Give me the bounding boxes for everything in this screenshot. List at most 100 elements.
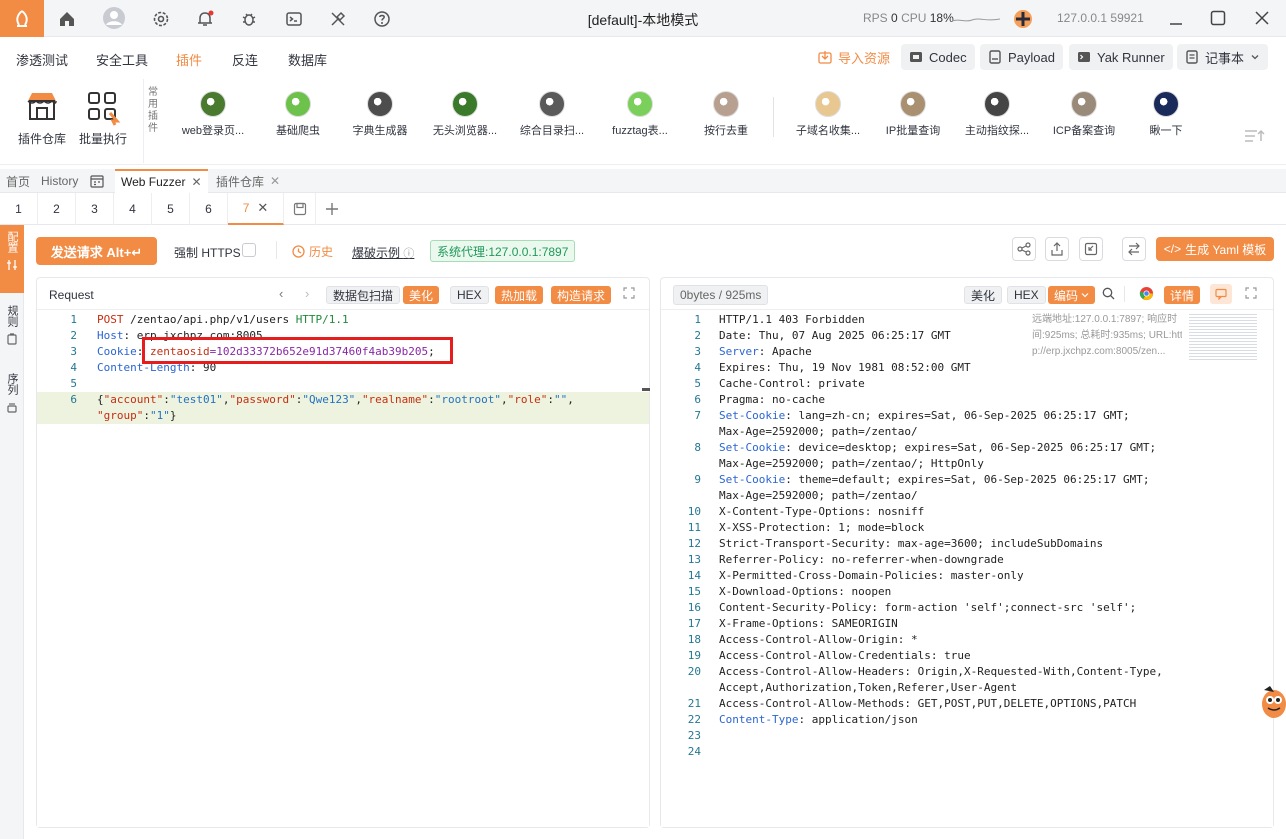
menu-item-pentest[interactable]: 渗透测试 xyxy=(16,50,68,69)
code-text: Set-Cookie: theme=default; expires=Sat, … xyxy=(719,472,1149,488)
send-request-button[interactable]: 发送请求 Alt+↵ xyxy=(36,237,157,265)
mascot-icon[interactable] xyxy=(1256,684,1286,722)
minimap[interactable] xyxy=(1189,314,1257,360)
close-icon[interactable]: ✕ xyxy=(257,200,268,216)
code-line: "group":"1"} xyxy=(37,408,649,424)
share-icon[interactable] xyxy=(1012,237,1036,261)
code-text: HTTP/1.1 403 Forbidden xyxy=(719,312,865,328)
import-icon[interactable] xyxy=(1079,237,1103,261)
side-tab-rules[interactable]: 规则 xyxy=(0,299,24,359)
packet-scan-button[interactable]: 数据包扫描 xyxy=(326,286,401,304)
chrome-icon[interactable] xyxy=(1139,286,1154,304)
line-number: 4 xyxy=(694,361,701,374)
plugin-item[interactable]: 子域名收集... xyxy=(788,91,868,138)
plugin-avatar-icon xyxy=(452,91,478,117)
plugin-item[interactable]: 瞅一下 xyxy=(1126,91,1206,138)
cookie-highlight-box xyxy=(142,337,453,364)
notebook-button[interactable]: 记事本 xyxy=(1177,44,1269,70)
plugin-item[interactable]: 按行去重 xyxy=(686,91,766,138)
plugin-item[interactable]: 主动指纹探... xyxy=(957,91,1037,138)
import-resource-button[interactable]: 导入资源 xyxy=(810,44,898,70)
construct-request-button[interactable]: 构造请求 xyxy=(551,286,612,304)
plugin-item[interactable]: 无头浏览器... xyxy=(425,91,505,138)
beautify-button[interactable]: 美化 xyxy=(403,286,440,304)
export-icon[interactable] xyxy=(1045,237,1069,261)
hex-button[interactable]: HEX xyxy=(450,286,489,304)
code-token: Strict-Transport-Security: max-age=3600;… xyxy=(719,537,1104,550)
plugin-store-button[interactable]: 插件仓库 xyxy=(12,87,72,147)
tab-web-fuzzer[interactable]: Web Fuzzer ✕ xyxy=(115,169,208,193)
code-token: Access-Control-Allow-Credentials: true xyxy=(719,649,971,662)
search-icon[interactable] xyxy=(1102,287,1115,303)
tab-plugin-store[interactable]: 插件仓库 ✕ xyxy=(210,169,286,193)
response-editor[interactable]: 1 HTTP/1.1 403 Forbidden 2 Date: Thu, 07 Au… xyxy=(661,312,1273,827)
tab-history[interactable]: History xyxy=(35,169,84,193)
plugin-item[interactable]: 基础爬虫 xyxy=(258,91,338,138)
code-line: 11 X-XSS-Protection: 1; mode=block xyxy=(661,520,1273,536)
side-tab-config[interactable]: 配置 xyxy=(0,225,24,293)
fullscreen-icon[interactable] xyxy=(1245,287,1257,302)
scrollbar-marker xyxy=(642,388,650,391)
plugin-avatar-icon xyxy=(367,91,393,117)
side-tab-sequence[interactable]: 序列 xyxy=(0,367,24,427)
close-icon[interactable]: ✕ xyxy=(191,175,201,189)
hot-load-button[interactable]: 热加载 xyxy=(495,286,544,304)
sub-tab-5[interactable]: 5 xyxy=(152,193,190,225)
chevron-right-icon[interactable]: › xyxy=(305,286,309,301)
plugin-item[interactable]: fuzztag表... xyxy=(600,91,680,138)
hex-button[interactable]: HEX xyxy=(1007,286,1046,304)
save-icon[interactable] xyxy=(284,193,316,225)
codec-button[interactable]: Codec xyxy=(901,44,975,70)
sub-tab-2[interactable]: 2 xyxy=(38,193,76,225)
menu-item-reverse[interactable]: 反连 xyxy=(232,50,258,69)
yak-runner-button[interactable]: Yak Runner xyxy=(1069,44,1173,70)
menu-item-database[interactable]: 数据库 xyxy=(288,50,327,69)
sub-tab-3[interactable]: 3 xyxy=(76,193,114,225)
comment-icon[interactable] xyxy=(1210,284,1232,304)
chevron-left-icon[interactable]: ‹ xyxy=(279,286,283,301)
batch-execute-button[interactable]: 批量执行 xyxy=(73,87,133,147)
code-line: 15 X-Download-Options: noopen xyxy=(661,584,1273,600)
detail-button[interactable]: 详情 xyxy=(1164,286,1201,304)
plugin-item[interactable]: web登录页... xyxy=(173,91,253,138)
sub-tab-7[interactable]: 7 ✕ xyxy=(228,193,284,225)
fullscreen-icon[interactable] xyxy=(623,287,635,302)
force-https-checkbox[interactable] xyxy=(242,243,256,257)
swap-icon[interactable] xyxy=(1122,237,1146,261)
plugin-item[interactable]: ICP备案查询 xyxy=(1044,91,1124,138)
menu-item-security-tools[interactable]: 安全工具 xyxy=(96,50,148,69)
plugin-item[interactable]: 综合目录扫... xyxy=(512,91,592,138)
line-number: 5 xyxy=(694,377,701,390)
close-icon[interactable]: ✕ xyxy=(270,174,280,188)
generate-yaml-button[interactable]: </> 生成 Yaml 模板 xyxy=(1156,237,1274,261)
brute-example-link[interactable]: 爆破示例 ⓘ xyxy=(352,244,414,261)
code-token: , xyxy=(355,393,362,406)
history-button[interactable]: 历史 xyxy=(292,243,333,260)
beautify-button[interactable]: 美化 xyxy=(964,286,1003,304)
list-settings-icon[interactable] xyxy=(1243,127,1265,147)
maximize-icon[interactable] xyxy=(1206,6,1230,30)
calendar-icon[interactable] xyxy=(84,169,112,193)
encode-dropdown[interactable]: 编码 xyxy=(1048,286,1096,304)
menu-item-plugins[interactable]: 插件 xyxy=(176,50,202,69)
sub-tab-4[interactable]: 4 xyxy=(114,193,152,225)
request-editor[interactable]: 1 POST /zentao/api.php/v1/users HTTP/1.1 2… xyxy=(37,312,649,827)
plugin-item[interactable]: IP批量查询 xyxy=(873,91,953,138)
code-token: Max-Age=2592000; path=/zentao/ xyxy=(719,425,918,438)
sub-tab-6[interactable]: 6 xyxy=(190,193,228,225)
sub-tab-1[interactable]: 1 xyxy=(0,193,38,225)
close-icon[interactable] xyxy=(1250,6,1274,30)
line-number: 17 xyxy=(687,617,701,630)
system-proxy-badge[interactable]: 系统代理:127.0.0.1:7897 xyxy=(430,240,576,262)
plugin-item[interactable]: 字典生成器 xyxy=(340,91,420,138)
plugin-name: ICP备案查询 xyxy=(1052,125,1116,137)
payload-button[interactable]: Payload xyxy=(980,44,1063,70)
engine-icon[interactable] xyxy=(1012,8,1034,30)
import-icon xyxy=(818,51,832,64)
code-token: "account" xyxy=(103,393,164,406)
add-tab-icon[interactable] xyxy=(316,193,348,225)
minimize-icon[interactable] xyxy=(1164,6,1188,30)
tab-home[interactable]: 首页 xyxy=(0,169,36,193)
code-text: X-Download-Options: noopen xyxy=(719,584,891,600)
plugin-name: fuzztag表... xyxy=(612,125,668,137)
